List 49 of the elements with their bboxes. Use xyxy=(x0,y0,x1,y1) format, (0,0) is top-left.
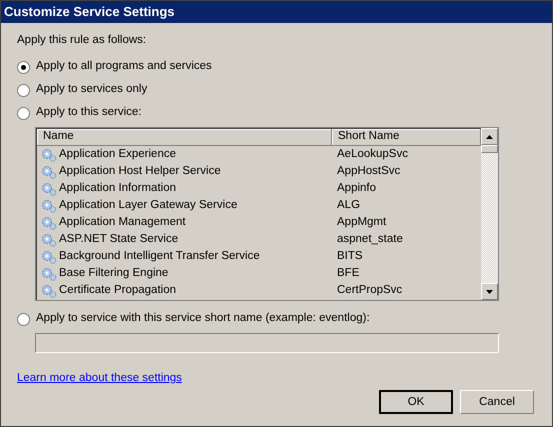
table-cell-text: AeLookupSvc xyxy=(336,146,408,162)
table-cell-text: CertPropSvc xyxy=(336,282,402,298)
gears-icon xyxy=(41,232,57,246)
radio-button[interactable] xyxy=(17,106,30,120)
down-arrow-icon xyxy=(486,290,493,294)
gears-icon xyxy=(41,216,57,230)
table-cell-text: Appinfo xyxy=(336,180,376,196)
dialog-button[interactable]: OK xyxy=(379,390,453,414)
intro-text: Apply this rule as follows: xyxy=(17,33,148,48)
gears-icon xyxy=(41,182,57,196)
scroll-thumb[interactable] xyxy=(481,145,498,153)
table-cell-text: Application Layer Gateway Service xyxy=(59,198,238,213)
gears-icon xyxy=(41,198,57,212)
table-cell-text: Certificate Propagation xyxy=(59,282,176,298)
radio-button[interactable] xyxy=(17,312,30,326)
scroll-up-button[interactable] xyxy=(481,128,498,145)
table-cell-text: AppMgmt xyxy=(336,214,386,230)
radio-label: Apply to this service: xyxy=(36,105,142,120)
column-header[interactable]: Short Name xyxy=(332,129,481,146)
table-cell-text: Base Filtering Engine xyxy=(59,266,168,281)
radio-label: Apply to services only xyxy=(36,82,148,98)
gears-icon xyxy=(41,148,57,162)
learn-more-link[interactable]: Learn more about these settings xyxy=(17,370,182,388)
table-cell-text: aspnet_state xyxy=(336,232,403,247)
radio-label: Apply to all programs and services xyxy=(36,59,212,74)
table-cell-text: AppHostSvc xyxy=(336,164,400,179)
scrollbar[interactable] xyxy=(481,128,498,300)
gears-icon xyxy=(41,284,57,298)
table-cell-text: Application Host Helper Service xyxy=(59,164,221,179)
radio-button[interactable] xyxy=(17,84,30,96)
scroll-down-button[interactable] xyxy=(481,283,498,300)
up-arrow-icon xyxy=(486,134,493,138)
gears-icon xyxy=(41,164,57,178)
window-title: Customize Service Settings xyxy=(4,3,174,22)
radio-label: Apply to service with this service short name (example: eventlog): xyxy=(36,311,370,326)
dialog-button[interactable]: Cancel xyxy=(460,390,534,414)
short-name-field[interactable] xyxy=(35,333,499,353)
gears-icon xyxy=(41,266,57,280)
table-cell-text: Application Experience xyxy=(59,146,176,162)
table-cell-text: Background Intelligent Transfer Service xyxy=(59,248,260,264)
table-cell-text: Application Information xyxy=(59,180,176,196)
column-header[interactable]: Name xyxy=(37,129,332,146)
gears-icon xyxy=(41,250,57,264)
table-cell-text: ASP.NET State Service xyxy=(59,232,178,247)
table-cell-text: BITS xyxy=(336,248,363,264)
radio-button[interactable] xyxy=(17,60,30,74)
table-cell-text: BFE xyxy=(336,266,360,281)
table-cell-text: ALG xyxy=(336,198,360,213)
table-cell-text: Application Management xyxy=(59,214,186,230)
